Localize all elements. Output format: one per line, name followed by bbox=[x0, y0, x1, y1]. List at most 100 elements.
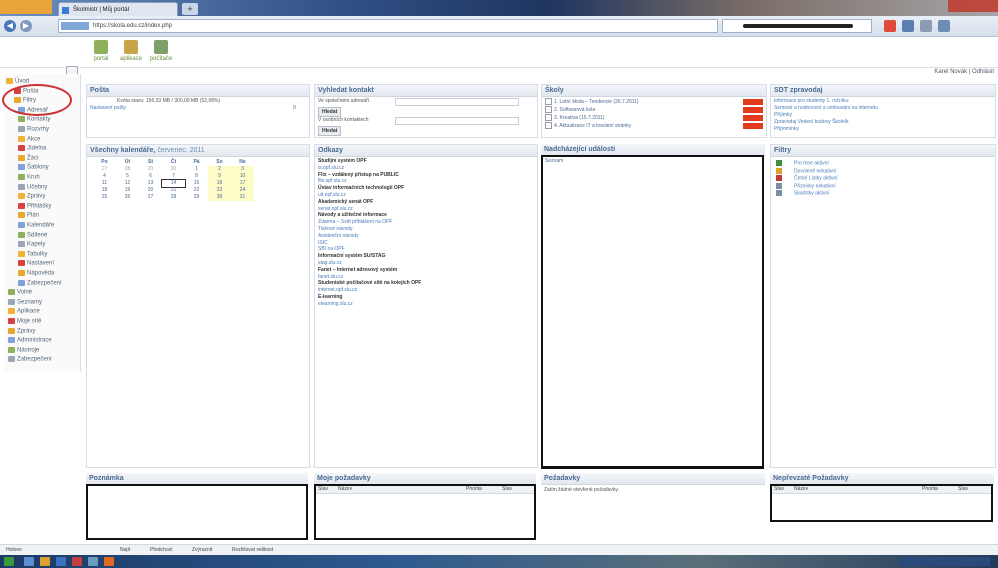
sdt-news-link[interactable]: Zpravodaj Vedení budovy Školník bbox=[774, 119, 849, 125]
sidebar-item[interactable]: Učebny bbox=[18, 183, 47, 190]
calendar-day[interactable]: 23 bbox=[208, 187, 231, 194]
sidebar-item[interactable]: Kruh bbox=[18, 174, 40, 181]
sidebar-item[interactable]: Nástroje bbox=[8, 346, 39, 353]
calendar-day[interactable]: 13 bbox=[139, 180, 162, 187]
home-icon[interactable] bbox=[920, 20, 932, 32]
calendar-day[interactable]: 9 bbox=[208, 173, 231, 180]
browser-menu-button[interactable] bbox=[0, 0, 52, 14]
calendar-day[interactable]: 16 bbox=[208, 180, 231, 187]
filter-item[interactable]: Přiznívky nekativní bbox=[776, 182, 836, 189]
taskbar-app-icon[interactable] bbox=[24, 557, 34, 566]
sidebar-item[interactable]: Aplikace bbox=[8, 308, 40, 315]
calendar-day[interactable]: 5 bbox=[116, 173, 139, 180]
col-name[interactable]: Název bbox=[794, 486, 808, 493]
user-info[interactable]: Karel Novák | Odhlásit bbox=[934, 69, 994, 75]
col-status[interactable]: Stav bbox=[318, 486, 328, 493]
calendar-day[interactable]: 8 bbox=[185, 173, 208, 180]
sidebar-item[interactable]: Úvod bbox=[6, 78, 29, 85]
toolbar-button-apps[interactable]: aplikace bbox=[116, 40, 146, 62]
calendar-day[interactable]: 1 bbox=[185, 166, 208, 173]
taskbar-app-icon[interactable] bbox=[40, 557, 50, 566]
sidebar-item[interactable]: Jídelna bbox=[18, 145, 46, 152]
calendar-day[interactable]: 25 bbox=[93, 194, 116, 201]
calendar-day[interactable]: 3 bbox=[231, 166, 254, 173]
col-priority[interactable]: Priorita bbox=[922, 486, 938, 493]
tools-icon[interactable] bbox=[938, 20, 950, 32]
find-next-button[interactable]: Najít bbox=[120, 547, 130, 553]
sdt-news-link[interactable]: Informace pro studenty 1. ročníku bbox=[774, 98, 848, 104]
calendar-day[interactable]: 29 bbox=[185, 194, 208, 201]
link-item[interactable]: SBI na OPF bbox=[318, 246, 345, 252]
addon-icon[interactable] bbox=[884, 20, 896, 32]
school-item[interactable]: 3. Kreativa (15.7.2011) bbox=[545, 114, 605, 121]
sidebar-item[interactable]: Zprávy bbox=[18, 193, 45, 200]
link-item[interactable]: ISIC bbox=[318, 240, 328, 246]
calendar-month[interactable]: červenec, 2011 bbox=[157, 147, 204, 154]
school-status-badge[interactable] bbox=[743, 99, 763, 105]
calendar-day[interactable]: 11 bbox=[93, 180, 116, 187]
bookmark-icon[interactable] bbox=[902, 20, 914, 32]
calendar-day[interactable]: 27 bbox=[93, 166, 116, 173]
sidebar-item[interactable]: Zprávy bbox=[8, 327, 35, 334]
filter-item[interactable]: Četné Lístky aktivní bbox=[776, 175, 838, 181]
calendar-day[interactable]: 28 bbox=[116, 166, 139, 173]
calendar-day[interactable]: 31 bbox=[231, 194, 254, 201]
forward-button[interactable]: ▶ bbox=[20, 20, 32, 32]
link-item[interactable]: senat.opf.slu.cz bbox=[318, 206, 353, 212]
sidebar-item[interactable]: Kalendáře bbox=[18, 222, 54, 229]
new-tab-button[interactable]: + bbox=[182, 3, 198, 15]
calendar-day[interactable]: 28 bbox=[162, 194, 185, 201]
school-item[interactable]: 4. Aktualizace IT a kreslení stránky bbox=[545, 122, 631, 129]
filter-item[interactable]: Skartrtky aktivní bbox=[776, 190, 830, 196]
school-checkbox-icon[interactable] bbox=[545, 114, 552, 121]
find-prev-button[interactable]: Předchozí bbox=[150, 547, 173, 553]
calendar-day[interactable]: 30 bbox=[162, 166, 185, 173]
sidebar-item[interactable]: Přihlášky bbox=[18, 202, 51, 209]
back-button[interactable]: ◀ bbox=[4, 20, 16, 32]
col-status[interactable]: Stav bbox=[774, 486, 784, 493]
filter-item[interactable]: Dovolené nekativní bbox=[776, 167, 837, 174]
note-textarea[interactable] bbox=[86, 484, 308, 540]
search-personal-button[interactable]: Hledat bbox=[318, 126, 342, 136]
calendar-day[interactable]: 30 bbox=[208, 194, 231, 201]
search-input[interactable] bbox=[722, 19, 872, 33]
link-item[interactable]: flix.opf.slu.cz bbox=[318, 178, 347, 184]
window-close-button[interactable] bbox=[948, 0, 998, 12]
sidebar-item[interactable]: Nastavení bbox=[18, 260, 54, 267]
calendar-day[interactable]: 24 bbox=[231, 187, 254, 194]
personal-contacts-input[interactable] bbox=[395, 117, 519, 125]
school-status-badge[interactable] bbox=[743, 115, 763, 121]
calendar-day[interactable]: 7 bbox=[162, 173, 185, 180]
mail-settings-link[interactable]: Nastavení pošty bbox=[90, 105, 126, 111]
link-item[interactable]: Tiskové návody bbox=[318, 226, 353, 232]
calendar-day[interactable]: 2 bbox=[208, 166, 231, 173]
toolbar-button-portal[interactable]: portál bbox=[86, 40, 116, 62]
sidebar-item[interactable]: Administrace bbox=[8, 337, 52, 344]
sidebar-item[interactable]: Plán bbox=[18, 212, 39, 219]
taskbar-app-icon[interactable] bbox=[72, 557, 82, 566]
sidebar-item[interactable]: Kontakty bbox=[18, 116, 50, 123]
link-item[interactable]: stag.slu.cz bbox=[318, 260, 342, 266]
sidebar-item[interactable]: Žáci bbox=[18, 154, 38, 161]
link-item[interactable]: Zdarma – Svět přihlášení na OPF bbox=[318, 219, 392, 225]
calendar-day[interactable]: 21 bbox=[162, 187, 185, 194]
sidebar-item[interactable]: Rozvrhy bbox=[18, 126, 49, 133]
sidebar-item[interactable]: Šablony bbox=[18, 164, 49, 171]
calendar-day[interactable]: 26 bbox=[116, 194, 139, 201]
taskbar-app-icon[interactable] bbox=[56, 557, 66, 566]
school-status-badge[interactable] bbox=[743, 123, 763, 129]
toolbar-button-computers[interactable]: počítače bbox=[146, 40, 176, 62]
calendar-day[interactable]: 12 bbox=[116, 180, 139, 187]
taskbar-app-icon[interactable] bbox=[104, 557, 114, 566]
school-checkbox-icon[interactable] bbox=[545, 122, 552, 129]
calendar-day[interactable]: 20 bbox=[139, 187, 162, 194]
filter-item[interactable]: Pro mne aktivní bbox=[776, 160, 829, 166]
sidebar-item[interactable]: Zabezpečení bbox=[18, 279, 62, 286]
calendar-day[interactable]: 17 bbox=[231, 180, 254, 187]
school-item[interactable]: 1. Letní škola – Tendencie (26.7.2011) bbox=[545, 98, 639, 105]
calendar-day[interactable]: 27 bbox=[139, 194, 162, 201]
school-checkbox-icon[interactable] bbox=[545, 98, 552, 105]
link-item[interactable]: elearning.slu.cz bbox=[318, 301, 353, 307]
address-bar[interactable]: https://skola.edu.cz/index.php bbox=[58, 19, 718, 33]
sidebar-item[interactable]: Nápověda bbox=[18, 270, 54, 277]
